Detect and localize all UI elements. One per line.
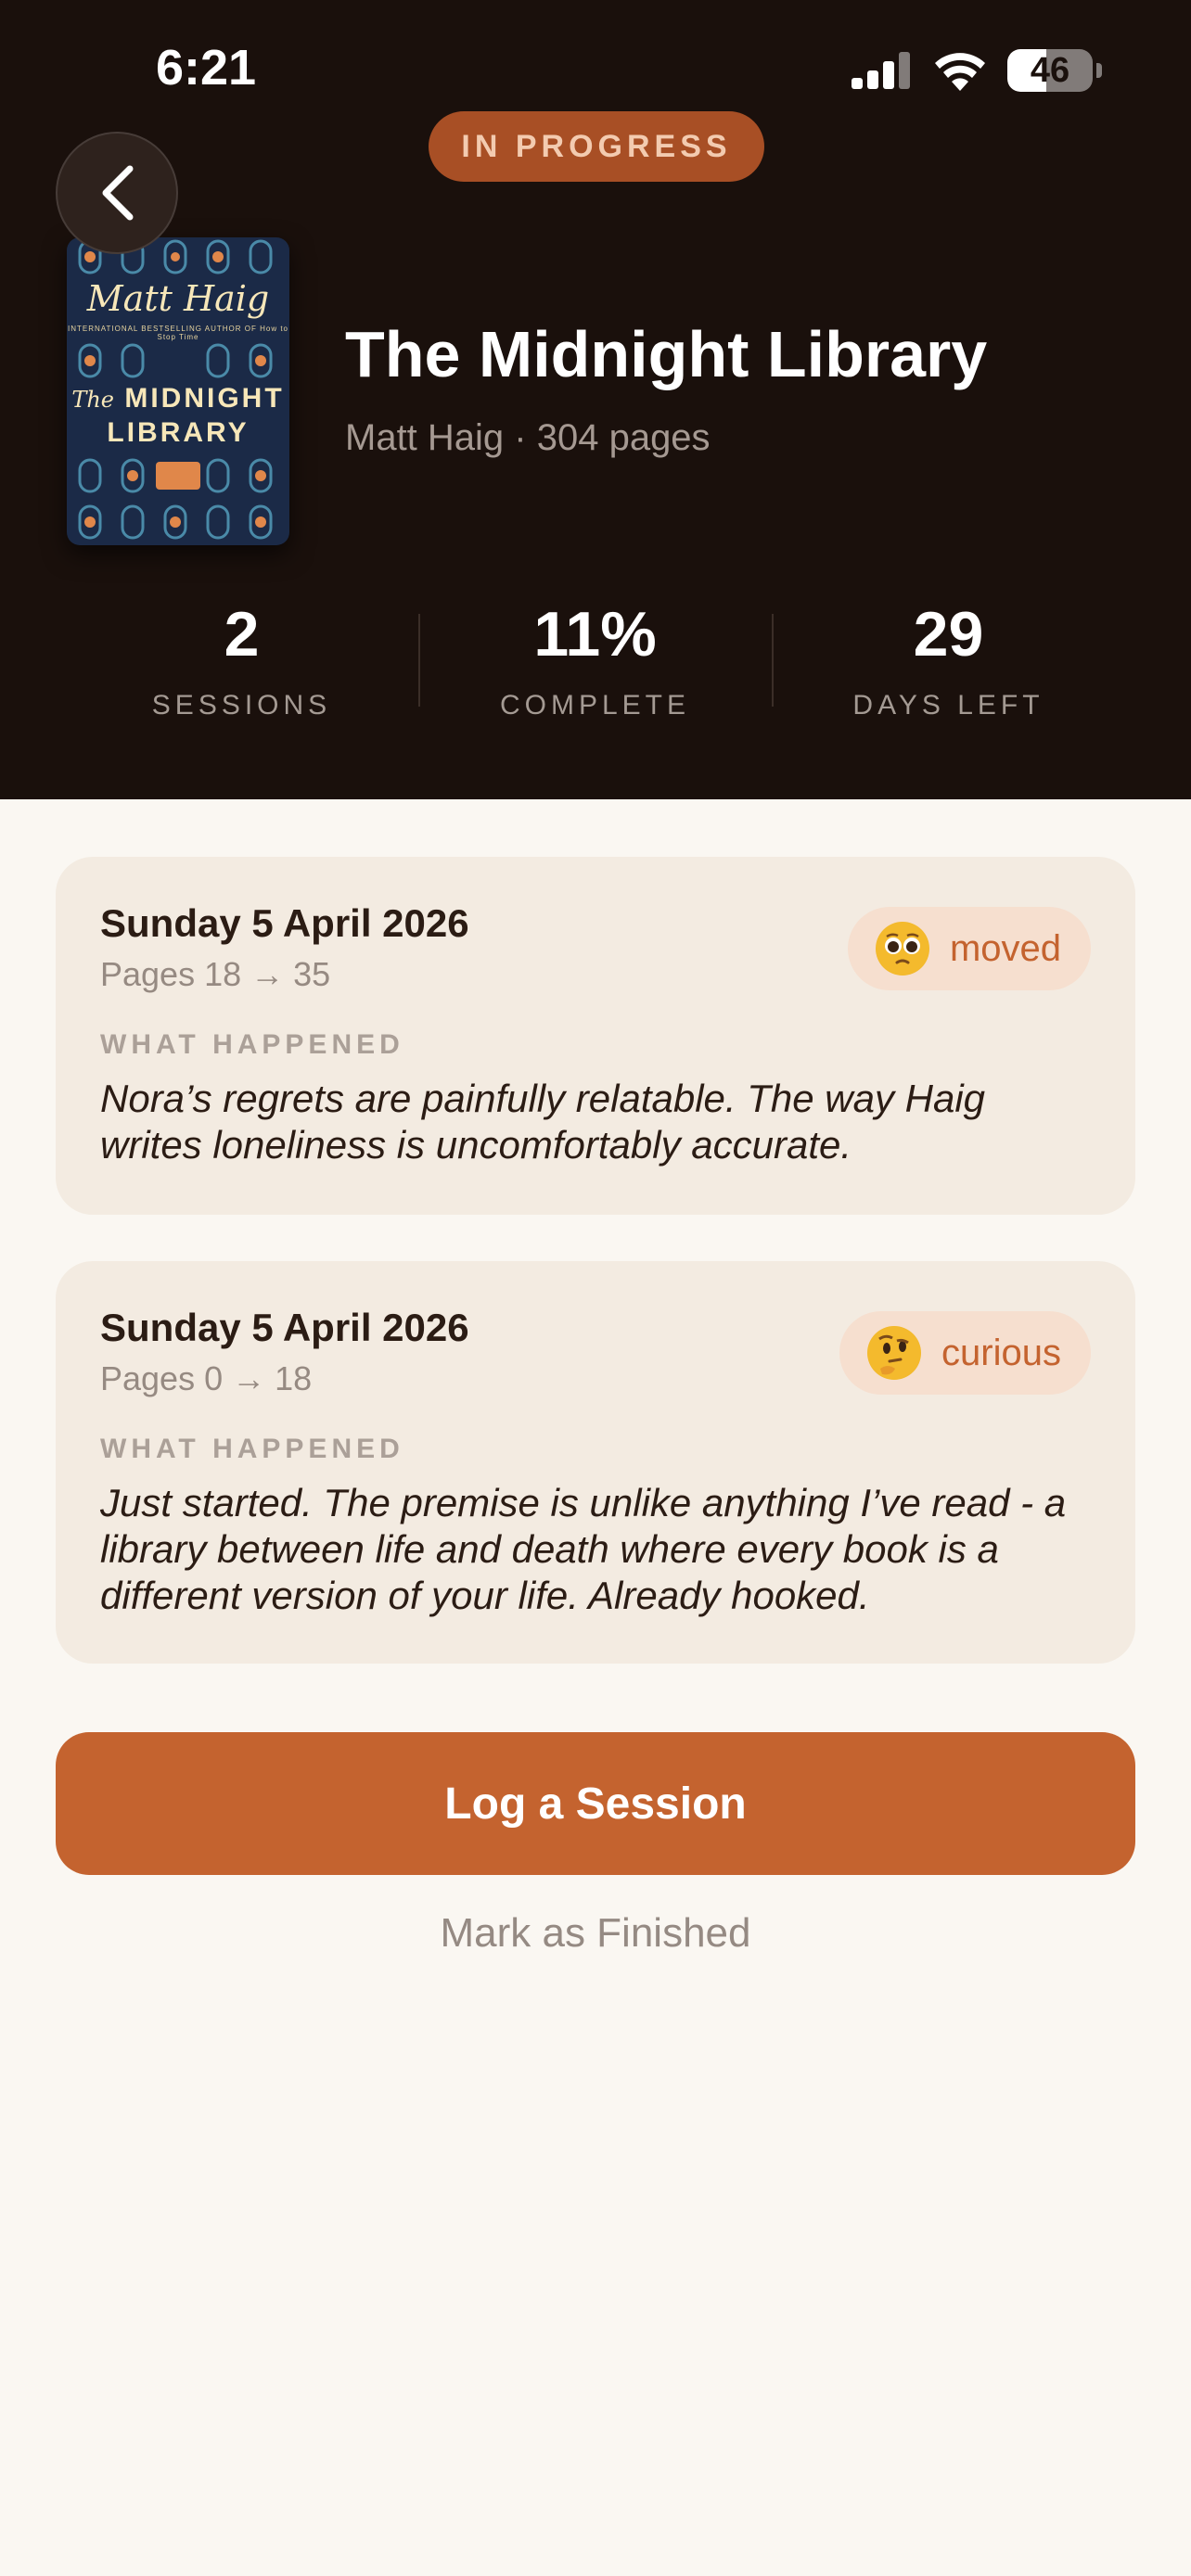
cover-author: Matt Haig: [86, 278, 270, 319]
stat-label: COMPLETE: [499, 690, 691, 721]
battery-cap: [1096, 63, 1102, 78]
session-note: Nora’s regrets are painfully relatable. …: [100, 1077, 986, 1167]
stat-value: 29: [913, 599, 984, 670]
session-card[interactable]: Sunday 5 April 2026 Pages 18 → 35 moved …: [56, 857, 1135, 1215]
cover-title-line1: MIDNIGHT: [124, 383, 285, 414]
book-cover: Matt Haig INTERNATIONAL BESTSELLING AUTH…: [67, 237, 289, 545]
stat-value: 2: [224, 599, 260, 670]
mood-badge: moved: [847, 907, 1091, 990]
session-pages: Pages 0 → 18: [100, 1359, 313, 1397]
mood-label: curious: [941, 1332, 1061, 1373]
stat-complete: 11% COMPLETE: [418, 597, 772, 721]
cellular-signal-icon: [852, 52, 910, 89]
reading-stats: 2 SESSIONS 11% COMPLETE 29 DAYS LEFT: [65, 597, 1126, 727]
cover-title: The MIDNIGHT LIBRARY: [67, 382, 289, 450]
session-date: Sunday 5 April 2026: [100, 901, 469, 945]
session-date: Sunday 5 April 2026: [100, 1306, 469, 1349]
section-label: WHAT HAPPENED: [100, 1434, 404, 1464]
status-time: 6:21: [156, 40, 257, 96]
stat-label: DAYS LEFT: [852, 690, 1044, 721]
stat-label: SESSIONS: [151, 690, 332, 721]
battery-level: 46: [1030, 50, 1070, 90]
mood-badge: curious: [839, 1311, 1091, 1395]
status-icons: 46: [852, 43, 1102, 98]
session-note: Just started. The premise is unlike anyt…: [100, 1481, 1067, 1617]
moved-face-emoji-icon: [875, 922, 929, 976]
chevron-left-icon: [102, 165, 134, 221]
mood-label: moved: [949, 927, 1061, 969]
wifi-icon: [935, 53, 985, 91]
book-meta: Matt Haig · 304 pages: [345, 417, 711, 458]
log-session-button[interactable]: Log a Session: [56, 1732, 1135, 1875]
stat-value: 11%: [533, 599, 657, 670]
session-card[interactable]: Sunday 5 April 2026 Pages 0 → 18 curious…: [56, 1261, 1135, 1664]
book-header: 6:21 46 IN PROGRESS Matt Haig INTERNATIO…: [0, 0, 1191, 799]
stat-days-left: 29 DAYS LEFT: [772, 597, 1125, 721]
thinking-face-emoji-icon: [867, 1326, 922, 1380]
battery-icon: 46: [1007, 49, 1093, 92]
stat-sessions: 2 SESSIONS: [65, 597, 418, 721]
status-badge: IN PROGRESS: [429, 111, 764, 182]
session-pages: Pages 18 → 35: [100, 955, 331, 993]
book-title: The Midnight Library: [345, 318, 988, 390]
cover-title-line2: LIBRARY: [107, 417, 250, 448]
section-label: WHAT HAPPENED: [100, 1029, 404, 1060]
mark-finished-button[interactable]: Mark as Finished: [0, 1910, 1191, 1957]
back-button[interactable]: [56, 132, 178, 254]
cover-title-the: The: [71, 387, 114, 413]
cover-tagline: INTERNATIONAL BESTSELLING AUTHOR OF How …: [67, 325, 289, 341]
